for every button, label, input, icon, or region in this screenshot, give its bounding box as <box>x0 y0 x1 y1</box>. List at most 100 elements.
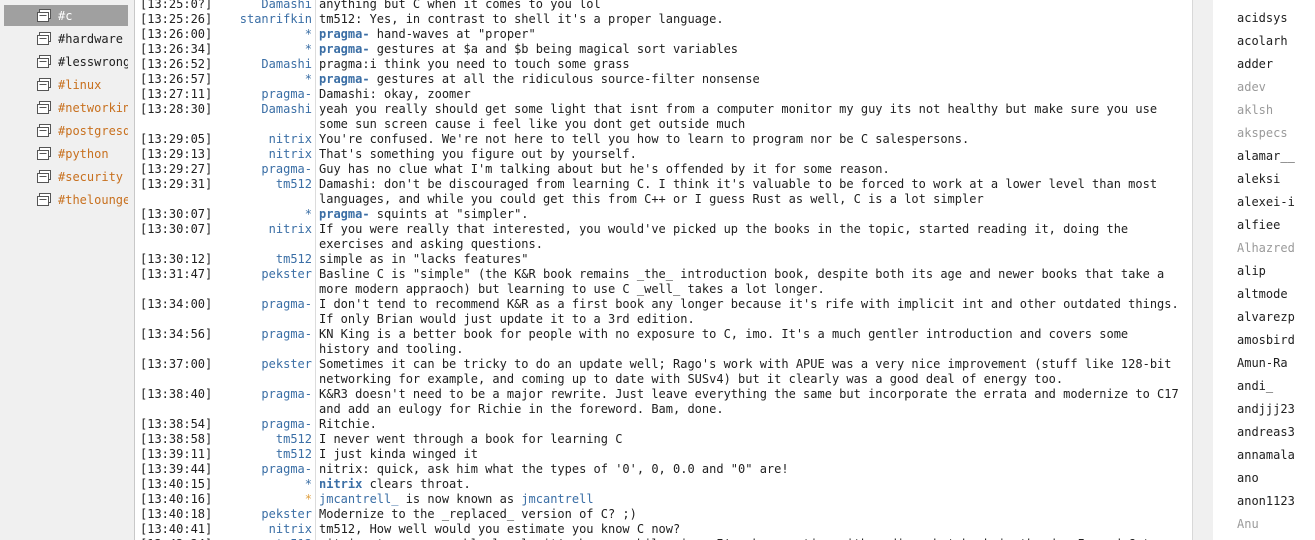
nick[interactable]: tm512 <box>205 432 312 447</box>
user-item[interactable]: aklsh <box>1237 99 1273 122</box>
channel-item[interactable]: #lesswrong <box>4 51 128 72</box>
user-item[interactable]: acolarh <box>1237 30 1288 53</box>
user-item[interactable]: adder <box>1237 53 1273 76</box>
timestamp: [13:37:00] <box>140 357 213 371</box>
column-divider <box>315 177 316 207</box>
user-item[interactable]: akspecs <box>1237 122 1288 145</box>
new-nick[interactable]: jmcantrell <box>521 492 593 506</box>
message-text: KN King is a better book for people with… <box>319 327 1136 356</box>
nick[interactable]: pragma- <box>205 327 312 342</box>
user-item[interactable]: alamar__ <box>1237 145 1295 168</box>
user-item[interactable]: andi_ <box>1237 375 1273 398</box>
nick[interactable]: tm512 <box>205 177 312 192</box>
channel-label: #hardware <box>58 31 124 46</box>
chat-line: [13:30:07] * pragma- squints at "simpler". <box>135 207 1192 222</box>
nick[interactable]: pragma- <box>205 417 312 432</box>
user-item[interactable]: annamala <box>1237 444 1295 467</box>
user-item[interactable]: alvarezp <box>1237 306 1295 329</box>
user-item[interactable]: aleksi <box>1237 168 1280 191</box>
action-nick[interactable]: pragma- <box>319 72 370 86</box>
chat-line: [13:26:34] * pragma- gestures at $a and $b… <box>135 42 1192 57</box>
nick[interactable]: Damashi <box>205 102 312 117</box>
channel-item[interactable]: #c <box>4 5 128 26</box>
chat-line: [13:28:30] Damashi yeah you really should … <box>135 102 1192 132</box>
action-text: clears throat. <box>362 477 471 491</box>
timestamp: [13:29:27] <box>140 162 213 176</box>
nick[interactable]: * <box>205 477 312 492</box>
channel-item[interactable]: #hardware <box>4 28 128 49</box>
column-divider <box>315 507 316 522</box>
user-item[interactable]: alexei-i <box>1237 191 1295 214</box>
nick[interactable]: pekster <box>205 357 312 372</box>
action-nick[interactable]: pragma- <box>319 42 370 56</box>
nick[interactable]: * <box>205 42 312 57</box>
user-item[interactable]: alip <box>1237 260 1266 283</box>
nick[interactable]: nitrix <box>205 222 312 237</box>
nick[interactable]: nitrix <box>205 132 312 147</box>
user-item[interactable]: amosbird <box>1237 329 1295 352</box>
nick[interactable]: nitrix <box>205 147 312 162</box>
channel-item[interactable]: #python <box>4 143 128 164</box>
nick[interactable]: pragma- <box>205 387 312 402</box>
user-item[interactable]: acidsys <box>1237 7 1288 30</box>
nick[interactable]: pragma- <box>205 87 312 102</box>
nick[interactable]: tm512 <box>205 447 312 462</box>
user-item[interactable]: andjjj23 <box>1237 398 1295 421</box>
action-nick[interactable]: nitrix <box>319 477 362 491</box>
column-divider <box>315 102 316 132</box>
message-text: Basline C is "simple" (the K&R book rema… <box>319 267 1172 296</box>
channel-item[interactable]: #security <box>4 166 128 187</box>
column-divider <box>315 462 316 477</box>
nick[interactable]: pekster <box>205 267 312 282</box>
nick[interactable]: Damashi <box>205 0 312 12</box>
channel-item[interactable]: #thelounge <box>4 189 128 210</box>
user-item[interactable]: Alhazred <box>1237 237 1295 260</box>
column-divider <box>315 57 316 72</box>
timestamp: [13:34:56] <box>140 327 213 341</box>
column-divider <box>315 0 316 12</box>
action-nick[interactable]: pragma- <box>319 207 370 221</box>
channel-item[interactable]: #networking <box>4 97 128 118</box>
chat-window-icon <box>36 123 52 138</box>
nick[interactable]: * <box>205 72 312 87</box>
nick[interactable]: pekster <box>205 507 312 522</box>
user-item[interactable]: anon1123 <box>1237 490 1295 513</box>
chat-scrollbar[interactable] <box>1192 0 1214 540</box>
nick[interactable]: pragma- <box>205 162 312 177</box>
user-item[interactable]: andreas3 <box>1237 421 1295 444</box>
action-nick[interactable]: pragma- <box>319 27 370 41</box>
user-item[interactable]: Anu <box>1237 513 1259 536</box>
nick[interactable]: * <box>205 27 312 42</box>
nick[interactable]: tm512 <box>205 252 312 267</box>
nick[interactable]: nitrix <box>205 522 312 537</box>
nick[interactable]: * <box>205 207 312 222</box>
message-text: pragma:i think you need to touch some gr… <box>319 57 630 71</box>
chat-line: [13:37:00] pekster Sometimes it can be tri… <box>135 357 1192 387</box>
nick[interactable]: stanrifkin <box>205 12 312 27</box>
nick[interactable]: pragma- <box>205 297 312 312</box>
user-item[interactable]: alfiee <box>1237 214 1280 237</box>
nick[interactable]: Damashi <box>205 57 312 72</box>
action-text: gestures at $a and $b being magical sort… <box>369 42 739 56</box>
old-nick[interactable]: jmcantrell_ <box>319 492 398 506</box>
user-item[interactable]: altmode <box>1237 283 1288 306</box>
channel-item[interactable]: #postgresql <box>4 120 128 141</box>
action-text: hand-waves at "proper" <box>369 27 536 41</box>
user-item[interactable]: adev <box>1237 76 1266 99</box>
column-divider <box>315 492 316 507</box>
nick[interactable]: pragma- <box>205 462 312 477</box>
user-item[interactable]: ano <box>1237 467 1259 490</box>
column-divider <box>315 357 316 387</box>
chat-line: [13:26:00] * pragma- hand-waves at "proper… <box>135 27 1192 42</box>
chat-line: [13:25:26] stanrifkin tm512: Yes, in contr… <box>135 12 1192 27</box>
nick[interactable]: * <box>205 492 312 507</box>
message-text: anything but C when it comes to you lol <box>319 0 601 11</box>
message-text: K&R3 doesn't need to be a major rewrite.… <box>319 387 1186 416</box>
message-text: simple as in "lacks features" <box>319 252 529 266</box>
chat-line: [13:40:41] nitrix tm512, How well would yo… <box>135 522 1192 537</box>
message-text: Guy has no clue what I'm talking about b… <box>319 162 890 176</box>
user-item[interactable]: Amun-Ra <box>1237 352 1288 375</box>
channel-item[interactable]: #linux <box>4 74 128 95</box>
message-text: yeah you really should get some light th… <box>319 102 1165 131</box>
timestamp: [13:39:44] <box>140 462 213 476</box>
